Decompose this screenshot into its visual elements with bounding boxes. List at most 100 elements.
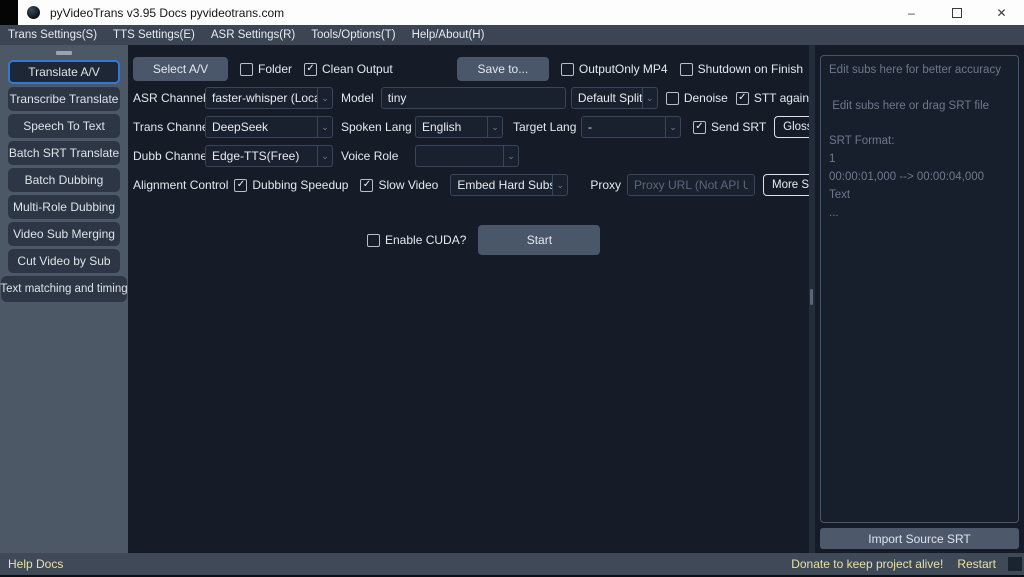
panel-splitter[interactable] <box>809 45 815 553</box>
checkbox-box <box>666 92 679 105</box>
checkbox-box <box>367 234 380 247</box>
slow-video-checkbox[interactable]: ✓ Slow Video <box>360 178 438 192</box>
sidebar-item-text-matching[interactable]: Text matching and timing <box>1 276 127 302</box>
checkbox-box <box>561 63 574 76</box>
menu-help-about[interactable]: Help/About(H) <box>412 29 485 41</box>
send-srt-checkbox[interactable]: ✓ Send SRT <box>693 120 766 134</box>
window-controls: – ✕ <box>889 0 1024 25</box>
app-body: Translate A/V Transcribe Translate Speec… <box>0 45 1024 553</box>
clean-output-checkbox[interactable]: ✓ Clean Output <box>304 62 393 76</box>
chevron-down-icon: ⌄ <box>317 146 332 166</box>
titlebar: pyVideoTrans v3.95 Docs pyvideotrans.com… <box>0 0 1024 25</box>
statusbar-right: Donate to keep project alive! Restart <box>791 557 996 571</box>
close-button[interactable]: ✕ <box>979 0 1024 25</box>
target-lang-select[interactable]: - ⌄ <box>581 116 681 138</box>
denoise-checkbox[interactable]: Denoise <box>666 91 728 105</box>
model-input[interactable] <box>381 87 566 109</box>
splitter-thumb <box>810 289 813 305</box>
save-to-button[interactable]: Save to... <box>457 57 549 81</box>
dubb-channel-select[interactable]: Edge-TTS(Free) ⌄ <box>205 145 333 167</box>
voice-role-select[interactable]: ⌄ <box>415 145 519 167</box>
restart-link[interactable]: Restart <box>957 557 996 571</box>
main-form: Select A/V Folder ✓ Clean Output Save to… <box>128 45 809 553</box>
row-dubbing: Dubb Channel Edge-TTS(Free) ⌄ Voice Role… <box>133 144 809 168</box>
start-button[interactable]: Start <box>478 225 600 255</box>
sidebar-item-video-sub-merging[interactable]: Video Sub Merging <box>8 222 120 246</box>
checkbox-box: ✓ <box>693 121 706 134</box>
minimize-icon: – <box>908 6 915 20</box>
menu-tts-settings[interactable]: TTS Settings(E) <box>113 29 195 41</box>
dubb-channel-label: Dubb Channel <box>133 149 199 163</box>
sidebar-item-transcribe-translate[interactable]: Transcribe Translate <box>8 87 120 111</box>
folder-checkbox[interactable]: Folder <box>240 62 292 76</box>
enable-cuda-checkbox[interactable]: Enable CUDA? <box>367 233 466 247</box>
shutdown-on-finish-checkbox[interactable]: Shutdown on Finish <box>680 62 803 76</box>
window-title: pyVideoTrans v3.95 Docs pyvideotrans.com <box>50 6 284 20</box>
row-translate: Trans Channel DeepSeek ⌄ Spoken Lang Eng… <box>133 115 809 139</box>
spoken-lang-select[interactable]: English ⌄ <box>415 116 503 138</box>
checkbox-box <box>240 63 253 76</box>
sidebar-item-label: Multi-Role Dubbing <box>13 200 115 214</box>
sidebar-item-cut-video-by-sub[interactable]: Cut Video by Sub <box>8 249 120 273</box>
row-source: Select A/V Folder ✓ Clean Output Save to… <box>133 57 809 81</box>
proxy-label: Proxy <box>590 178 621 192</box>
menu-trans-settings[interactable]: Trans Settings(S) <box>8 29 97 41</box>
sidebar-item-batch-dubbing[interactable]: Batch Dubbing <box>8 168 120 192</box>
maximize-button[interactable] <box>934 0 979 25</box>
sidebar-item-speech-to-text[interactable]: Speech To Text <box>8 114 120 138</box>
checkbox-box: ✓ <box>304 63 317 76</box>
voice-role-label: Voice Role <box>341 149 409 163</box>
app-window: pyVideoTrans v3.95 Docs pyvideotrans.com… <box>0 0 1024 577</box>
row-asr: ASR Channel faster-whisper (Local) ⌄ Mod… <box>133 86 809 110</box>
chevron-down-icon: ⌄ <box>317 88 332 108</box>
app-icon <box>27 6 40 19</box>
sidebar-item-label: Translate A/V <box>28 65 100 79</box>
proxy-input[interactable] <box>627 174 755 196</box>
subtitle-panel: Edit subs here for better accuracy Edit … <box>815 45 1024 553</box>
row-alignment: Alignment Control ✓ Dubbing Speedup ✓ Sl… <box>133 173 809 197</box>
close-icon: ✕ <box>996 6 1006 20</box>
dubbing-speedup-checkbox[interactable]: ✓ Dubbing Speedup <box>234 178 348 192</box>
alignment-control-label: Alignment Control <box>133 178 228 192</box>
asr-channel-select[interactable]: faster-whisper (Local) ⌄ <box>205 87 333 109</box>
sidebar: Translate A/V Transcribe Translate Speec… <box>0 45 128 553</box>
menu-asr-settings[interactable]: ASR Settings(R) <box>211 29 295 41</box>
sidebar-item-batch-srt-translate[interactable]: Batch SRT Translate <box>8 141 120 165</box>
donate-link[interactable]: Donate to keep project alive! <box>791 557 943 571</box>
chevron-down-icon: ⌄ <box>317 117 332 137</box>
chevron-down-icon: ⌄ <box>487 117 502 137</box>
help-docs-link[interactable]: Help Docs <box>8 557 63 571</box>
trans-channel-label: Trans Channel <box>133 120 199 134</box>
chevron-down-icon: ⌄ <box>503 146 518 166</box>
checkbox-box: ✓ <box>736 92 749 105</box>
window-edge <box>0 0 18 25</box>
sidebar-item-multi-role-dubbing[interactable]: Multi-Role Dubbing <box>8 195 120 219</box>
spoken-lang-label: Spoken Lang <box>341 120 409 134</box>
menu-tools-options[interactable]: Tools/Options(T) <box>311 29 395 41</box>
sidebar-drag-handle[interactable] <box>56 51 72 55</box>
stt-again-checkbox[interactable]: ✓ STT again <box>736 91 809 105</box>
resize-grip[interactable] <box>1008 557 1022 571</box>
embed-subs-select[interactable]: Embed Hard Subs ⌄ <box>450 174 568 196</box>
subtitle-editor[interactable]: Edit subs here for better accuracy Edit … <box>820 55 1019 523</box>
checkbox-box: ✓ <box>360 179 373 192</box>
sidebar-item-label: Batch Dubbing <box>25 173 104 187</box>
menubar: Trans Settings(S) TTS Settings(E) ASR Se… <box>0 25 1024 45</box>
trans-channel-select[interactable]: DeepSeek ⌄ <box>205 116 333 138</box>
model-label: Model <box>341 91 374 105</box>
sidebar-item-label: Text matching and timing <box>0 283 127 295</box>
sidebar-item-label: Video Sub Merging <box>13 227 115 241</box>
checkbox-box: ✓ <box>234 179 247 192</box>
chevron-down-icon: ⌄ <box>665 117 680 137</box>
sidebar-item-label: Transcribe Translate <box>10 92 119 106</box>
select-av-button[interactable]: Select A/V <box>133 57 228 81</box>
minimize-button[interactable]: – <box>889 0 934 25</box>
split-mode-select[interactable]: Default Split ⌄ <box>571 87 658 109</box>
checkbox-box <box>680 63 693 76</box>
asr-channel-label: ASR Channel <box>133 91 199 105</box>
sidebar-item-translate-av[interactable]: Translate A/V <box>8 60 120 84</box>
output-only-mp4-checkbox[interactable]: OutputOnly MP4 <box>561 62 668 76</box>
maximize-icon <box>952 8 962 18</box>
output-options-group: Save to... OutputOnly MP4 Shutdown on Fi… <box>457 57 803 81</box>
import-source-srt-button[interactable]: Import Source SRT <box>820 528 1019 549</box>
